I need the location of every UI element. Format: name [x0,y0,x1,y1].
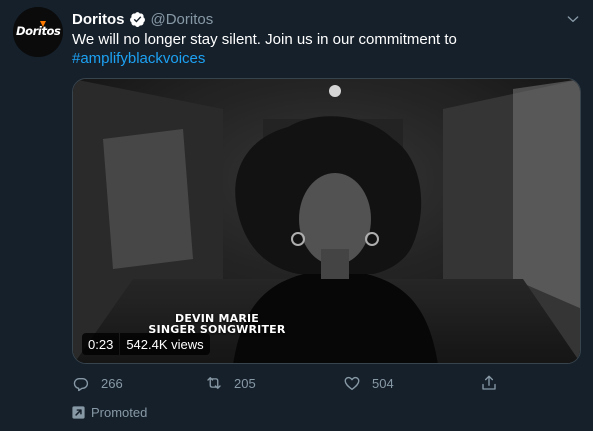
tweet-actions: 266 205 504 [72,373,512,393]
reply-icon [73,377,89,392]
author-handle[interactable]: @Doritos [151,11,214,28]
like-icon [344,376,360,391]
verified-badge-icon [129,11,145,27]
tweet-text: We will no longer stay silent. Join us i… [72,30,577,68]
retweet-count: 205 [234,375,256,391]
promoted-label: Promoted [91,404,148,420]
tweet-header: Doritos @Doritos [72,9,213,29]
avatar-brand-text: Doritos [16,24,61,38]
chevron-down-icon[interactable] [565,11,581,27]
reply-count: 266 [101,375,123,391]
tweet-body: We will no longer stay silent. Join us i… [72,31,457,48]
like-count: 504 [372,375,394,391]
video-player[interactable]: DEVIN MARIE SINGER SONGWRITER 0:23 542.4… [72,78,581,364]
avatar[interactable]: Doritos [13,7,63,57]
share-icon [482,375,496,390]
retweet-icon [207,377,221,389]
hashtag-link[interactable]: #amplifyblackvoices [72,49,205,68]
promoted-icon [72,405,85,419]
promoted-indicator: Promoted [72,404,147,420]
like-button[interactable]: 504 [343,373,394,393]
author-display-name[interactable]: Doritos [72,11,125,28]
video-duration: 0:23 [82,333,120,355]
share-button[interactable] [480,373,498,393]
reply-button[interactable]: 266 [72,373,123,393]
tweet-card[interactable]: Doritos Doritos @Doritos We will no long… [0,0,593,431]
video-meta-badge: 0:23 542.4K views [82,333,210,355]
video-views: 542.4K views [120,333,210,355]
retweet-button[interactable]: 205 [205,373,256,393]
